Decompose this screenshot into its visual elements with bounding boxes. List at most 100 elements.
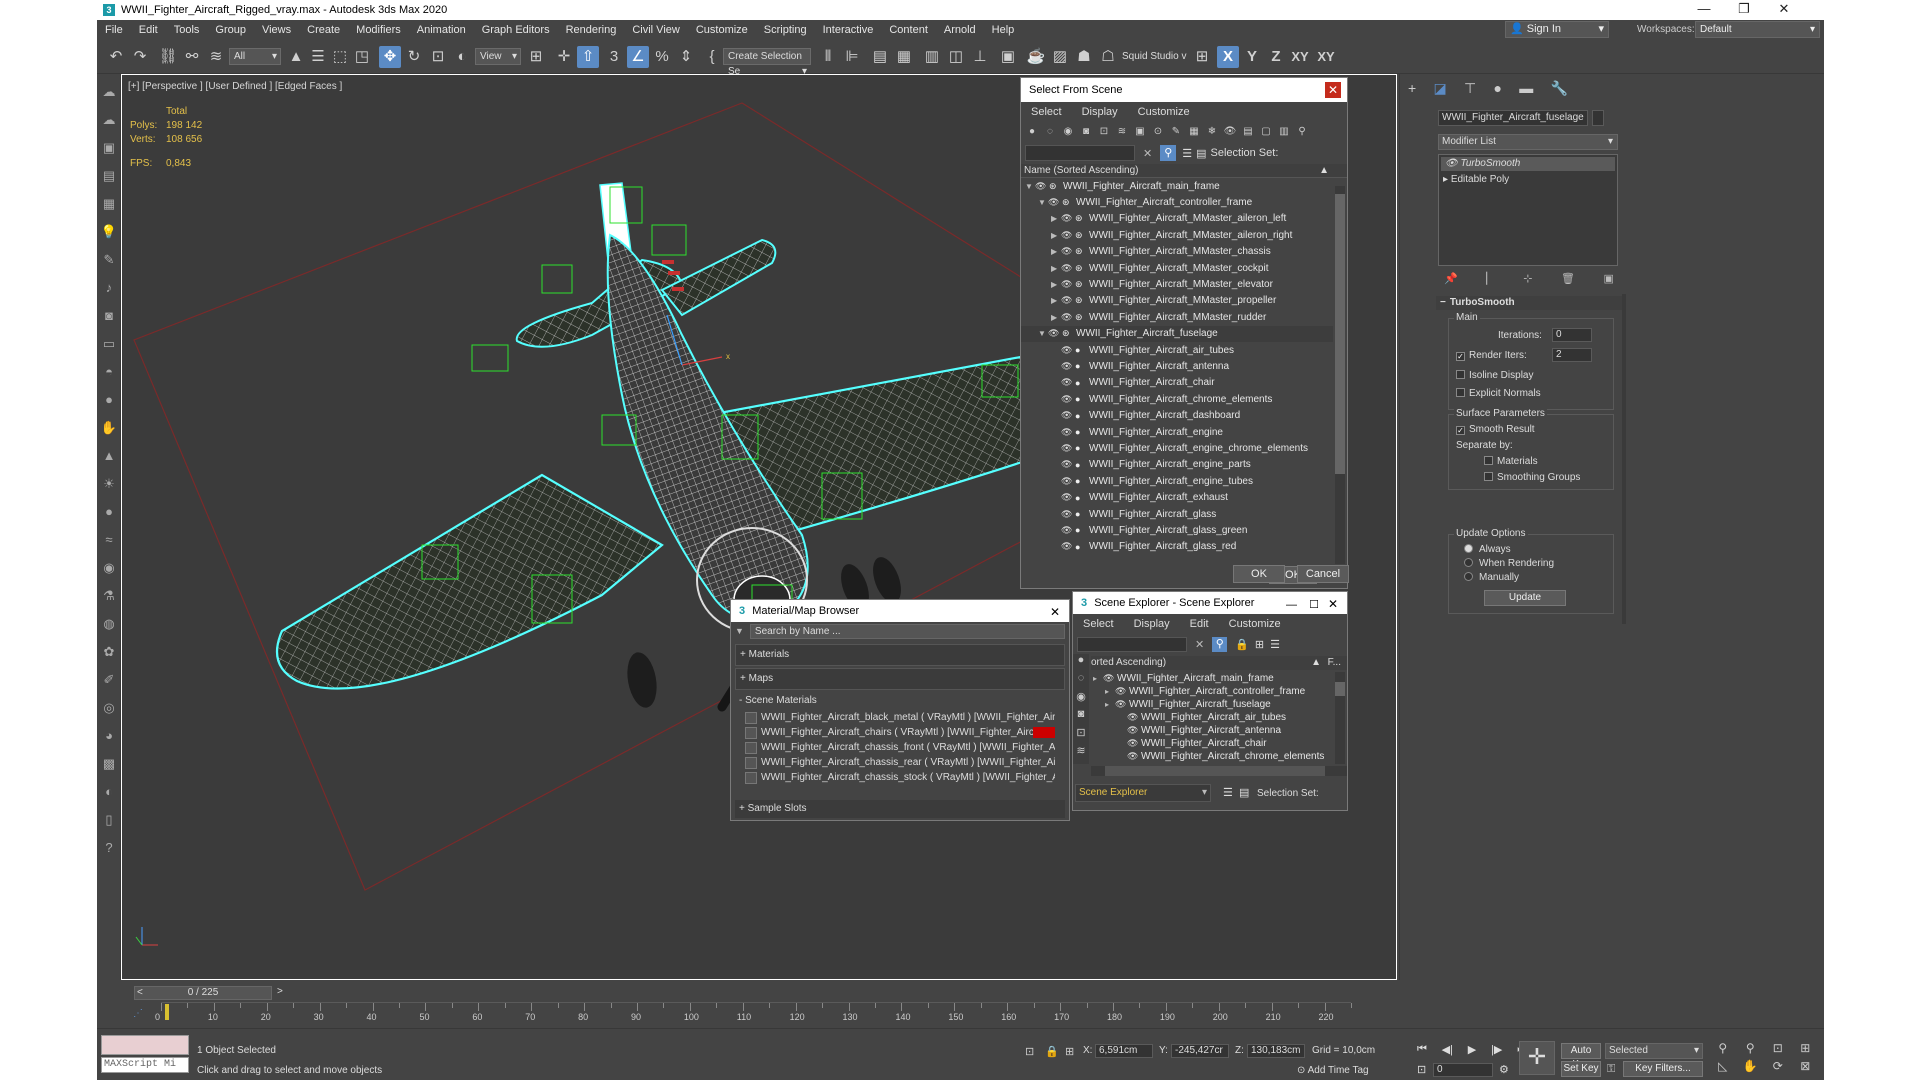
sfs-menu-customize[interactable]: Customize — [1128, 106, 1200, 118]
material-search-input[interactable]: Search by Name ... — [749, 623, 1065, 639]
squid-grid-icon[interactable]: ⊞ — [1191, 46, 1213, 68]
hidden-filter-icon[interactable]: 👁 — [1223, 125, 1237, 139]
select-object-icon[interactable]: ▲ — [285, 46, 307, 68]
material-item[interactable]: WWII_Fighter_Aircraft_chassis_front ( VR… — [745, 740, 1055, 755]
create-tab-icon[interactable]: + — [1408, 80, 1416, 102]
se-scrollbar[interactable] — [1335, 672, 1345, 764]
box-icon[interactable]: ▭ — [99, 334, 119, 354]
se-h-scrollbar[interactable] — [1091, 766, 1347, 776]
planet-icon[interactable]: ◎ — [99, 698, 119, 718]
grass-icon[interactable]: ✿ — [99, 642, 119, 662]
align-icon[interactable]: ⊫ — [841, 46, 863, 68]
layers-icon[interactable]: ☰ — [1270, 638, 1280, 651]
sfs-tree-row[interactable]: 👁 ● WWII_Fighter_Aircraft_glass — [1021, 506, 1333, 522]
show-end-result-icon[interactable]: ▏ — [1486, 272, 1494, 286]
pivot-center-icon[interactable]: ⊞ — [525, 46, 547, 68]
z-coordinate-field[interactable]: 130,183cm — [1247, 1044, 1305, 1058]
find-filter-icon[interactable]: ⚲ — [1212, 636, 1228, 652]
lock-selection-icon[interactable]: 🔒 — [1045, 1045, 1059, 1058]
clear-search-icon[interactable]: ✕ — [1195, 638, 1204, 651]
make-unique-icon[interactable]: ⊹ — [1523, 272, 1532, 286]
se-explorer-select[interactable]: Scene Explorer ▾ — [1075, 784, 1211, 802]
eye-icon[interactable]: 👁 — [1048, 328, 1062, 339]
se-tree-row[interactable]: 👁 WWII_Fighter_Aircraft_antenna — [1091, 724, 1335, 737]
eye-icon[interactable]: 👁 — [1061, 394, 1075, 405]
add-time-tag[interactable]: ⊙ Add Time Tag — [1297, 1065, 1369, 1076]
render-production-icon[interactable]: ☗ — [1073, 46, 1095, 68]
time-cursor[interactable] — [165, 1004, 169, 1020]
explicit-normals-checkbox[interactable] — [1456, 388, 1465, 397]
se-tree-row[interactable]: ▸ 👁 WWII_Fighter_Aircraft_controller_frame — [1091, 685, 1335, 698]
expand-icon[interactable]: ▶ — [1051, 296, 1061, 305]
cloud-icon[interactable]: ☁ — [99, 110, 119, 130]
eye-icon[interactable]: 👁 — [1061, 509, 1075, 520]
sfs-tree-row[interactable]: 👁 ● WWII_Fighter_Aircraft_chair — [1021, 375, 1333, 391]
zoom-extents-icon[interactable]: ⊡ — [1764, 1041, 1792, 1059]
scene-materials-section[interactable]: - Scene Materials — [735, 692, 1065, 710]
axis-constraint-x[interactable]: X — [1217, 46, 1239, 68]
undo-icon[interactable]: ↶ — [105, 46, 127, 68]
sfs-tree-row[interactable]: 👁 ● WWII_Fighter_Aircraft_engine_chrome_el… — [1021, 440, 1333, 456]
cone-icon[interactable]: ▲ — [99, 446, 119, 466]
menu-interactive[interactable]: Interactive — [815, 24, 882, 36]
maximize-icon[interactable]: ☐ — [1309, 594, 1319, 616]
helper-filter-icon[interactable]: ⊡ — [1073, 726, 1089, 744]
isoline-checkbox[interactable] — [1456, 370, 1465, 379]
clear-search-icon[interactable]: ✕ — [1143, 147, 1152, 160]
eye-icon[interactable]: 👁 — [1061, 345, 1075, 356]
materials-section[interactable]: + Materials — [735, 644, 1065, 666]
expand-icon[interactable]: ▸ — [1443, 174, 1451, 185]
eye-icon[interactable]: 👁 — [1061, 213, 1075, 224]
paint-icon[interactable]: ◉ — [99, 558, 119, 578]
eye-icon[interactable]: 👁 — [1061, 476, 1075, 487]
field-of-view-icon[interactable]: ◺ — [1709, 1059, 1737, 1077]
selection-filter-select[interactable]: All ▾ — [229, 48, 281, 65]
unlink-icon[interactable]: ⚯ — [181, 46, 203, 68]
curve-editor-icon[interactable]: ◫ — [945, 46, 967, 68]
sfs-tree-row[interactable]: 👁 ● WWII_Fighter_Aircraft_engine_parts — [1021, 457, 1333, 473]
eye-icon[interactable]: 👁 — [1061, 377, 1075, 388]
sfs-tree-row[interactable]: ▼ 👁 ⊛ WWII_Fighter_Aircraft_controller_fram… — [1021, 194, 1333, 210]
display-tab-icon[interactable]: ▬ — [1519, 80, 1533, 102]
minimize-button[interactable]: — — [1684, 0, 1724, 20]
layers-icon[interactable]: ☰ — [1182, 147, 1192, 160]
se-h-scrollbar-thumb[interactable] — [1105, 766, 1325, 776]
maximize-button[interactable]: ❐ — [1724, 0, 1764, 20]
filter-icon[interactable]: ⚲ — [1295, 125, 1309, 139]
eye-icon[interactable]: 👁 — [1115, 699, 1129, 710]
perspective-viewport[interactable]: [+] [Perspective ] [User Defined ] [Edge… — [121, 74, 1397, 980]
configure-sets-icon[interactable]: ▣ — [1604, 272, 1614, 286]
dome-icon[interactable]: ◓ — [99, 362, 119, 382]
auto-key-button[interactable]: Auto Key — [1561, 1043, 1601, 1070]
sfs-tree-row[interactable]: 👁 ● WWII_Fighter_Aircraft_glass_red — [1021, 539, 1333, 552]
se-search-input[interactable] — [1077, 636, 1187, 652]
command-panel-scrollbar[interactable] — [1622, 294, 1626, 624]
manually-row[interactable]: Manually — [1464, 572, 1519, 583]
geometry-filter-icon[interactable]: ● — [1025, 125, 1039, 139]
modify-tab-icon[interactable]: ◪ — [1433, 80, 1446, 102]
invert-display-icon[interactable]: ▥ — [1277, 125, 1291, 139]
keyboard-shortcut-override-icon[interactable]: ⇧ — [577, 46, 599, 68]
link-icon[interactable]: ⛓ — [157, 46, 179, 68]
render-iters-row[interactable]: ✓ Render Iters: — [1456, 350, 1527, 361]
create-icon[interactable]: ☁ — [99, 82, 119, 102]
layer-explorer-icon[interactable]: ▦ — [893, 46, 915, 68]
chevron-left-icon[interactable]: < — [137, 987, 143, 999]
snaps-toggle-icon[interactable]: 3 — [603, 46, 625, 68]
turbosmooth-rollout-header[interactable]: − TurboSmooth — [1436, 296, 1622, 310]
se-tree-row[interactable]: ▸ 👁 WWII_Fighter_Aircraft_main_frame — [1091, 672, 1335, 685]
menu-edit[interactable]: Edit — [131, 24, 166, 36]
bulb-icon[interactable]: 💡 — [99, 222, 119, 242]
stack-item-editable-poly[interactable]: ▸ Editable Poly — [1439, 173, 1617, 187]
se-tree-row[interactable]: 👁 WWII_Fighter_Aircraft_chrome_elements — [1091, 750, 1335, 763]
pin-stack-icon[interactable]: 📌 — [1444, 272, 1458, 286]
sfs-tree-row[interactable]: 👁 ● WWII_Fighter_Aircraft_chrome_elements — [1021, 391, 1333, 407]
grid-icon[interactable]: ▦ — [99, 194, 119, 214]
container-filter-icon[interactable]: ▦ — [1187, 125, 1201, 139]
render-setup-icon[interactable]: ☕ — [1025, 46, 1047, 68]
sfs-tree-row[interactable]: 👁 ● WWII_Fighter_Aircraft_antenna — [1021, 358, 1333, 374]
display-none-icon[interactable]: ▢ — [1259, 125, 1273, 139]
helper-filter-icon[interactable]: ⊡ — [1097, 125, 1111, 139]
spacewarp-filter-icon[interactable]: ≋ — [1073, 744, 1089, 762]
expand-icon[interactable]: ▶ — [1051, 247, 1061, 256]
